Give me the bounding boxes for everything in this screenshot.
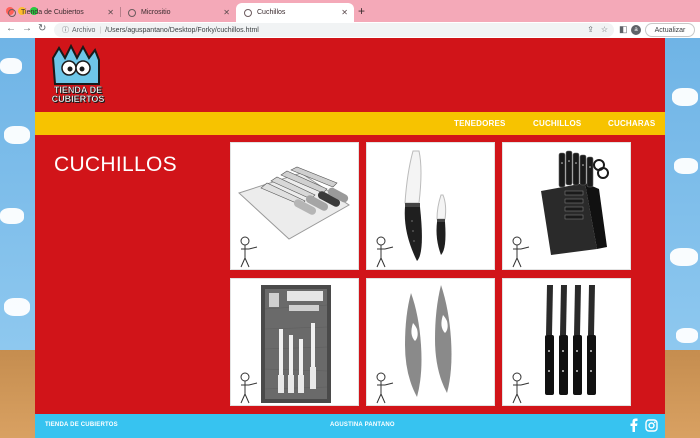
product-card[interactable] — [366, 142, 495, 270]
tab-title: Tienda de Cubiertos — [21, 9, 84, 16]
tab-tienda[interactable]: Tienda de Cubiertos ✕ — [0, 3, 120, 22]
site-footer: TIENDA DE CUBIERTOS AGUSTINA PANTANO — [35, 414, 665, 438]
globe-icon — [244, 8, 252, 17]
share-icon[interactable]: ⇪ — [587, 25, 594, 34]
knives-with-sheaths-icon — [376, 285, 452, 404]
browser-tab-bar: Tienda de Cubiertos ✕ Micrositio ✕ Cuchi… — [0, 0, 700, 22]
facebook-icon[interactable] — [627, 418, 641, 432]
tab-title: Cuchillos — [257, 9, 286, 16]
knife-block-set-icon — [512, 150, 609, 268]
background-cloud — [672, 88, 698, 106]
ceramic-knives-icon — [376, 150, 447, 268]
product-card[interactable] — [366, 278, 495, 406]
nav-link-cuchillos[interactable]: CUCHILLOS — [533, 119, 581, 128]
knife-set-with-cutting-board-icon — [238, 166, 350, 268]
page-title: CUCHILLOS — [54, 153, 177, 176]
info-icon[interactable]: ⓘ — [62, 25, 69, 35]
close-tab-icon[interactable]: ✕ — [341, 8, 348, 17]
tab-cuchillos[interactable]: Cuchillos ✕ — [236, 3, 354, 22]
boxed-knife-set-icon — [240, 285, 331, 404]
product-card[interactable] — [502, 278, 631, 406]
instagram-icon[interactable] — [644, 418, 658, 432]
forward-arrow-icon[interactable]: → — [22, 23, 32, 34]
bookmark-star-icon[interactable]: ☆ — [601, 25, 608, 34]
background-cloud — [674, 158, 698, 174]
close-tab-icon[interactable]: ✕ — [223, 8, 230, 17]
steak-knives-icon — [512, 285, 596, 404]
url-path: /Users/aguspantano/Desktop/Forky/cuchill… — [105, 26, 259, 34]
protocol-label: Archivo — [72, 26, 96, 34]
url-bar[interactable]: ⓘ Archivo | /Users/aguspantano/Desktop/F… — [54, 23, 614, 37]
reload-icon[interactable]: ↻ — [38, 23, 46, 34]
page-viewport: TIENDA DE CUBIERTOS TENEDORES CUCHILLOS … — [0, 38, 700, 438]
tab-micrositio[interactable]: Micrositio ✕ — [120, 3, 236, 22]
update-button[interactable]: Actualizar — [645, 23, 695, 37]
product-grid — [230, 142, 633, 407]
background-cloud — [4, 298, 30, 316]
site-container: TIENDA DE CUBIERTOS TENEDORES CUCHILLOS … — [35, 38, 665, 438]
product-card[interactable] — [230, 278, 359, 406]
tab-title: Micrositio — [141, 9, 171, 16]
close-tab-icon[interactable]: ✕ — [107, 8, 114, 17]
globe-icon — [8, 8, 16, 17]
main-navigation: TENEDORES CUCHILLOS CUCHARAS — [35, 112, 665, 135]
background-cloud — [0, 208, 24, 224]
product-card[interactable] — [230, 142, 359, 270]
nav-link-cucharas[interactable]: CUCHARAS — [608, 119, 655, 128]
globe-icon — [128, 8, 136, 17]
store-logo[interactable]: TIENDA DE CUBIERTOS — [47, 43, 107, 106]
background-cloud — [670, 248, 698, 266]
monster-logo-icon — [51, 43, 100, 85]
url-separator: | — [99, 26, 102, 34]
footer-author: AGUSTINA PANTANO — [330, 422, 395, 428]
profile-avatar[interactable]: a — [631, 25, 641, 35]
address-toolbar: ← → ↻ ⓘ Archivo | /Users/aguspantano/Des… — [0, 22, 700, 38]
site-header: TIENDA DE CUBIERTOS — [35, 38, 665, 112]
new-tab-button[interactable]: + — [358, 4, 365, 18]
product-card[interactable] — [502, 142, 631, 270]
background-cloud — [0, 58, 22, 74]
background-cloud — [676, 328, 698, 343]
footer-store-name: TIENDA DE CUBIERTOS — [45, 422, 118, 428]
side-panel-icon[interactable]: ◧ — [619, 24, 628, 35]
back-arrow-icon[interactable]: ← — [6, 23, 16, 34]
background-cloud — [4, 126, 30, 144]
nav-link-tenedores[interactable]: TENEDORES — [454, 119, 506, 128]
logo-text-line2: CUBIERTOS — [51, 94, 105, 104]
